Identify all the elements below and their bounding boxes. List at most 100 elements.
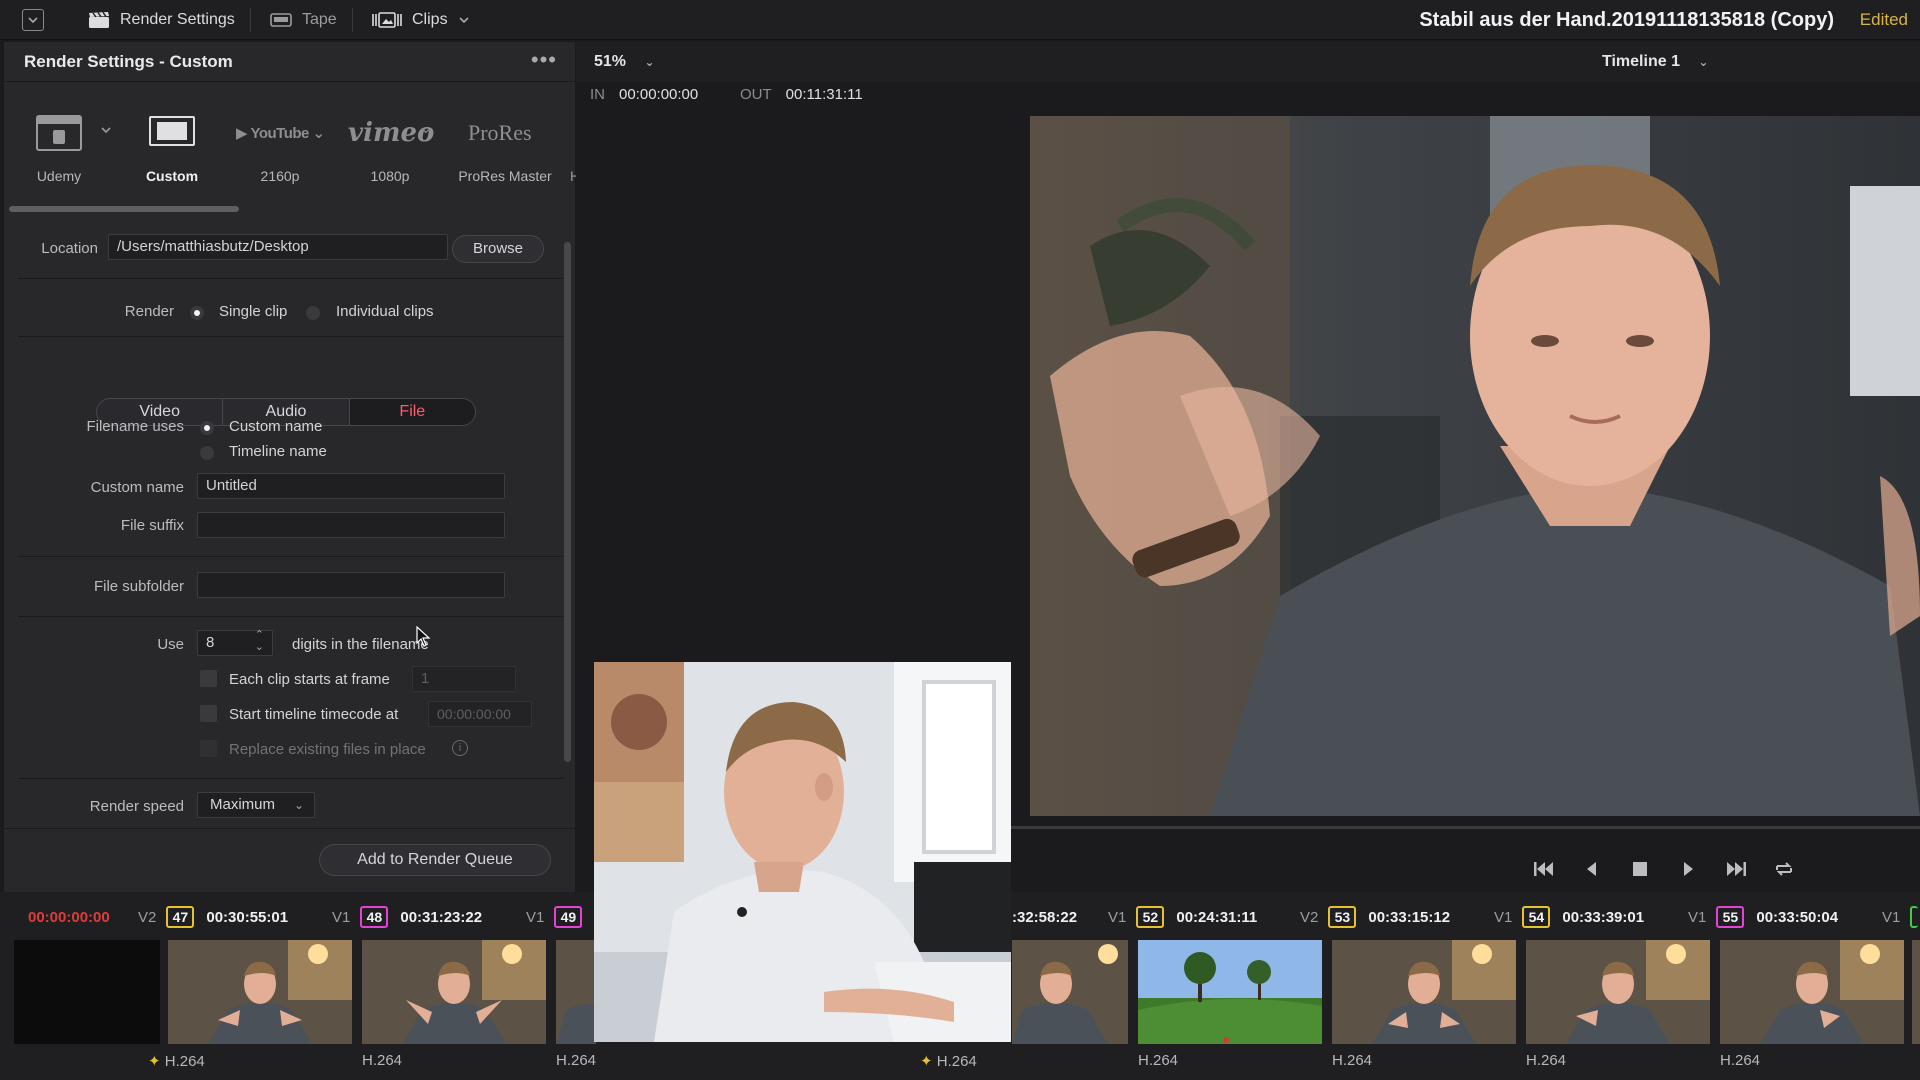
settings-scrollbar[interactable] xyxy=(564,242,571,762)
digits-stepper[interactable]: 8 ⌃ ⌄ xyxy=(197,629,273,656)
clips-tab[interactable]: Clips xyxy=(372,0,470,40)
chevron-down-icon: ⌄ xyxy=(644,55,655,69)
play-reverse-icon[interactable] xyxy=(1580,858,1604,880)
clip-codec: H.264 xyxy=(1526,1052,1567,1069)
chevron-down-icon[interactable] xyxy=(100,124,112,136)
individual-clips-radio[interactable] xyxy=(306,306,320,320)
clip-header: V2 47 00:30:55:01 xyxy=(138,904,288,930)
render-settings-label: Render Settings xyxy=(120,11,235,28)
timeline-name: Timeline 1 xyxy=(1602,53,1680,70)
preset-label: 2160p xyxy=(260,168,300,184)
start-tc-checkbox[interactable] xyxy=(200,705,217,722)
location-label: Location xyxy=(41,240,98,257)
each-clip-frame-field[interactable]: 1 xyxy=(412,666,516,692)
in-point: IN 00:00:00:00 xyxy=(590,86,698,103)
viewer-scrubber[interactable] xyxy=(1010,826,1920,829)
clip-codec: H.264 xyxy=(556,1052,597,1069)
single-clip-radio[interactable] xyxy=(190,306,204,320)
render-speed-value: Maximum xyxy=(210,796,276,813)
info-icon[interactable]: i xyxy=(452,740,468,756)
transport-controls xyxy=(1532,858,1796,880)
preset-youtube[interactable]: ▶ YouTube ⌄ 2160p xyxy=(230,42,330,184)
clip-header: V1 55 00:33:50:04 xyxy=(1688,904,1838,930)
clip-header: V2 53 00:33:15:12 xyxy=(1300,904,1450,930)
stop-icon[interactable] xyxy=(1628,858,1652,880)
render-settings-tab[interactable]: Render Settings xyxy=(88,0,235,40)
clip-thumbnail[interactable] xyxy=(1012,940,1128,1044)
out-value: 00:11:31:11 xyxy=(785,86,863,103)
timeline-name-radio[interactable] xyxy=(200,446,214,460)
skip-to-start-icon[interactable] xyxy=(1532,858,1556,880)
sparkle-icon: ✦ xyxy=(148,1053,161,1070)
clips-icon xyxy=(372,12,402,28)
each-clip-checkbox[interactable] xyxy=(200,670,217,687)
use-label: Use xyxy=(157,636,184,653)
preset-icon xyxy=(36,115,82,151)
clip-thumbnail-landscape[interactable] xyxy=(1138,940,1322,1044)
add-to-render-queue-button[interactable]: Add to Render Queue xyxy=(319,844,551,876)
preset-label: 1080p xyxy=(370,168,410,184)
tape-icon xyxy=(270,13,292,27)
clip-header: :32:58:22 xyxy=(1012,908,1078,926)
clip-thumbnail[interactable] xyxy=(556,940,596,1044)
clip-codec: H.264 xyxy=(1332,1052,1373,1069)
start-tc-field[interactable]: 00:00:00:00 xyxy=(428,701,532,727)
webcam-overlay xyxy=(594,662,1011,1042)
preset-vimeo[interactable]: vimeo ⌄ 1080p xyxy=(340,42,440,184)
preset-custom[interactable]: Custom xyxy=(130,42,214,184)
clip-header: V1 52 00:24:31:11 xyxy=(1108,904,1257,930)
clip-thumbnail[interactable] xyxy=(1912,940,1920,1044)
clips-label: Clips xyxy=(412,11,448,28)
timeline-select[interactable]: Timeline 1 ⌄ xyxy=(1602,42,1708,82)
stepper-arrows-icon[interactable]: ⌃ ⌄ xyxy=(255,629,264,653)
edited-status: Edited xyxy=(1859,10,1908,29)
clip-header: V1 54 00:33:39:01 xyxy=(1494,904,1644,930)
custom-name-field[interactable]: Untitled xyxy=(197,473,505,499)
clip-thumbnail[interactable] xyxy=(1720,940,1904,1044)
file-subfolder-label: File subfolder xyxy=(93,578,184,595)
custom-name-radio[interactable] xyxy=(200,421,214,435)
dropdown-toggle-icon[interactable] xyxy=(22,9,44,31)
location-field[interactable]: /Users/matthiasbutz/Desktop xyxy=(108,234,448,260)
preset-udemy[interactable]: Udemy xyxy=(22,42,111,184)
play-icon[interactable] xyxy=(1676,858,1700,880)
clip-codec: H.264 xyxy=(1720,1052,1761,1069)
replace-files-label: Replace existing files in place xyxy=(229,741,426,758)
youtube-logo: ▶ YouTube ⌄ xyxy=(236,125,325,142)
individual-clips-label: Individual clips xyxy=(336,303,434,320)
file-subfolder-field[interactable] xyxy=(197,572,505,598)
chevron-down-icon: ⌄ xyxy=(1698,55,1709,69)
clip-thumbnail[interactable] xyxy=(362,940,546,1044)
zoom-value: 51% xyxy=(594,53,627,70)
in-label: IN xyxy=(590,86,605,103)
clip-codec: ✦ H.264 xyxy=(148,1053,205,1070)
clip-thumbnail[interactable] xyxy=(1526,940,1710,1044)
single-clip-label: Single clip xyxy=(219,303,288,320)
clip-codec: H.264 xyxy=(1138,1052,1179,1069)
replace-files-checkbox[interactable] xyxy=(200,740,217,757)
clip-header: V1 xyxy=(1882,904,1920,930)
browse-button[interactable]: Browse xyxy=(452,235,544,263)
clip-codec: H.264 xyxy=(362,1052,403,1069)
clip-header: V1 48 00:31:23:22 xyxy=(332,904,482,930)
tab-file[interactable]: File xyxy=(349,399,475,425)
prores-logo: ProRes xyxy=(468,120,532,145)
out-point: OUT 00:11:31:11 xyxy=(740,86,863,103)
out-label: OUT xyxy=(740,86,772,103)
clip-thumbnail-black[interactable] xyxy=(14,940,160,1044)
preset-prores-master[interactable]: ProRes ProRes Master xyxy=(450,42,560,184)
preset-scrollbar[interactable] xyxy=(9,206,239,212)
viewer-video-frame[interactable] xyxy=(1030,116,1920,816)
clip-thumbnail[interactable] xyxy=(1332,940,1516,1044)
loop-icon[interactable] xyxy=(1772,858,1796,880)
skip-to-end-icon[interactable] xyxy=(1724,858,1748,880)
render-speed-label: Render speed xyxy=(89,798,184,815)
tape-tab[interactable]: Tape xyxy=(270,0,337,40)
each-clip-label: Each clip starts at frame xyxy=(229,671,390,688)
clip-thumbnail[interactable] xyxy=(168,940,352,1044)
render-speed-select[interactable]: Maximum ⌄ xyxy=(197,792,315,818)
zoom-select[interactable]: 51% ⌄ xyxy=(594,42,655,82)
digits-value: 8 xyxy=(206,634,215,651)
in-value: 00:00:00:00 xyxy=(619,86,699,103)
file-suffix-field[interactable] xyxy=(197,512,505,538)
